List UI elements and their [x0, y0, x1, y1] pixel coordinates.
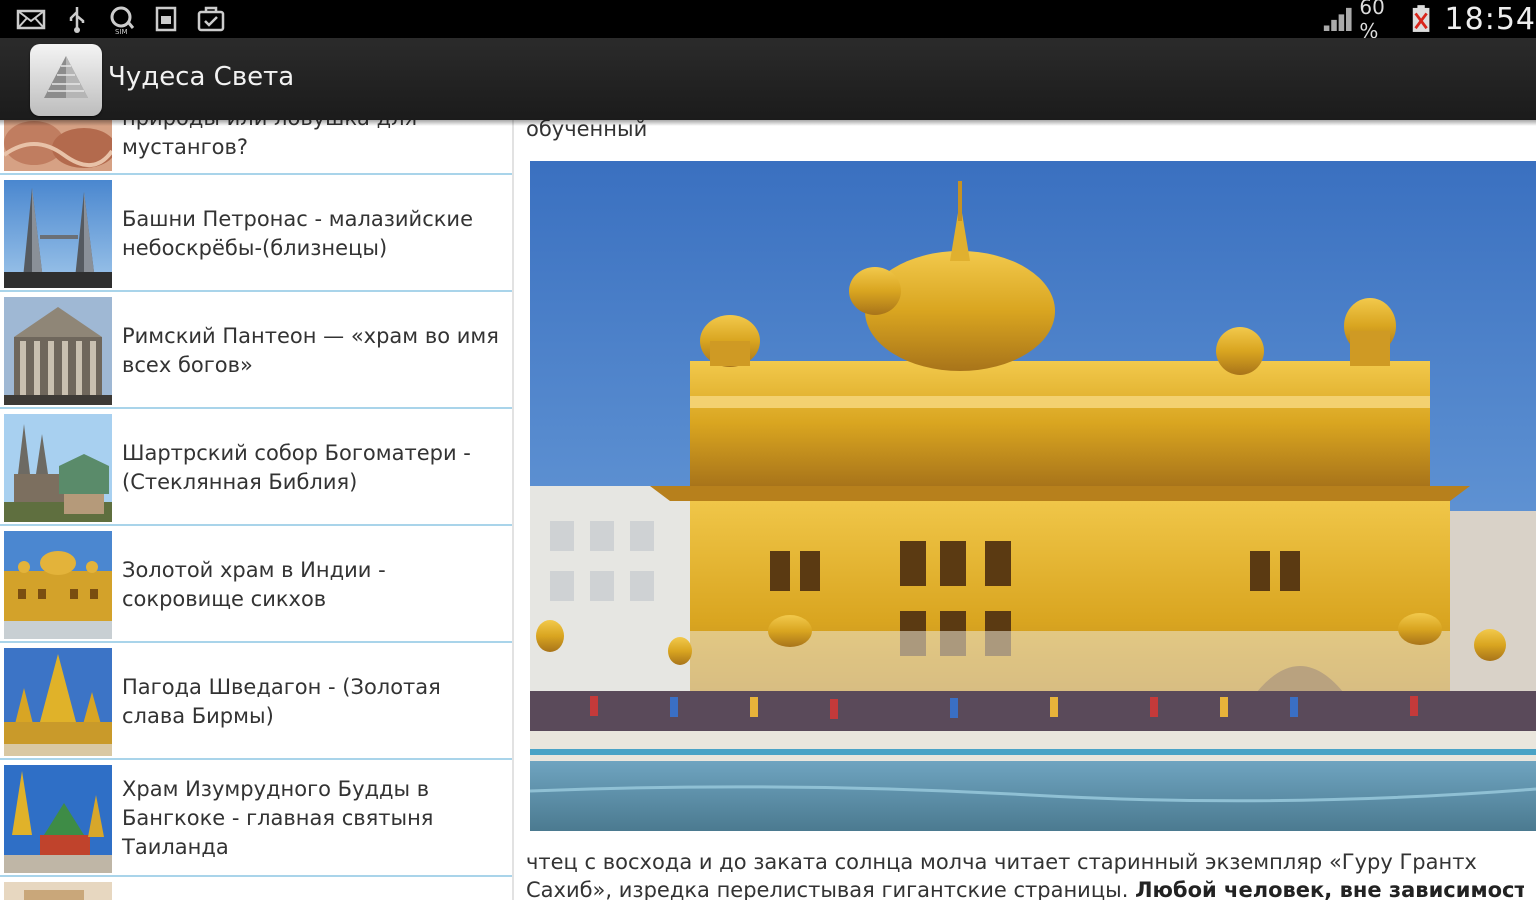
- signal-icon: [1323, 7, 1352, 32]
- thumbnail-shwedagon: [4, 648, 112, 756]
- article-text-bold: Любой человек, вне зависимости: [1135, 878, 1524, 900]
- app-icon[interactable]: [30, 44, 102, 116]
- battery-percent: 60 %: [1359, 0, 1385, 43]
- sync-icon: SIM: [110, 6, 135, 34]
- thumbnail-petronas: [4, 180, 112, 288]
- list-item[interactable]: Пагода Шведагон - (Золотая слава Бирмы): [0, 643, 512, 760]
- thumbnail-chartres: [4, 414, 112, 522]
- thumbnail-rocks: [4, 120, 112, 171]
- article-image-golden-temple: [530, 161, 1536, 831]
- app-title: Чудеса Света: [108, 62, 295, 92]
- thumbnail-emerald-buddha: [4, 765, 112, 873]
- usb-icon: [69, 7, 85, 33]
- article-text-line: Сахиб», изредка перелистывая гигантские …: [526, 878, 1524, 900]
- list-item[interactable]: Шартрский собор Богоматери - (Стеклянная…: [0, 409, 512, 526]
- status-right: 60 % 18:54: [1322, 0, 1536, 43]
- list-item-label: Пагода Шведагон - (Золотая слава Бирмы): [122, 675, 441, 728]
- pyramid-icon: [44, 56, 88, 98]
- thumbnail-pantheon: [4, 297, 112, 405]
- list-item[interactable]: Храм Изумрудного Будды в Бангкоке - глав…: [0, 760, 512, 877]
- list-item-label: Римский Пантеон — «храм во имя всех бого…: [122, 324, 499, 377]
- thumbnail-golden-temple: [4, 531, 112, 639]
- list-item-label: Храм Изумрудного Будды в Бангкоке - глав…: [122, 777, 434, 859]
- mail-icon: [16, 9, 46, 30]
- list-item[interactable]: Золотой храм в Индии - сокровище сикхов: [0, 526, 512, 643]
- list-item-label: Шартрский собор Богоматери - (Стеклянная…: [122, 441, 471, 494]
- clock: 18:54: [1444, 1, 1536, 37]
- svg-text:SIM: SIM: [115, 28, 128, 34]
- list-item[interactable]: Римский Пантеон — «храм во имя всех бого…: [0, 292, 512, 409]
- list-item[interactable]: Башни Петронас - малазийские небоскрёбы-…: [0, 175, 512, 292]
- status-bar: SIM 60 % 18:54: [0, 0, 1536, 43]
- sim-icon: [155, 6, 177, 32]
- list-item[interactable]: природы или ловушка для мустангов?: [0, 120, 512, 175]
- article-text-line: чтец с восхода и до заката солнца молча …: [526, 850, 1477, 874]
- list-item-label: мустангов?: [122, 135, 249, 159]
- list-item-label: Золотой храм в Индии - сокровище сикхов: [122, 558, 386, 611]
- clipboard-icon: [197, 6, 225, 32]
- list-item[interactable]: [0, 877, 512, 900]
- battery-icon: [1413, 5, 1430, 32]
- article-text-plain: Сахиб», изредка перелистывая гигантские …: [526, 878, 1136, 900]
- thumbnail-next: [4, 882, 112, 900]
- article-pane[interactable]: обученный чтец с восхода и до заката сол…: [514, 120, 1536, 900]
- list-item-label: Башни Петронас - малазийские небоскрёбы-…: [122, 207, 474, 260]
- action-bar: Чудеса Света: [0, 38, 1536, 120]
- action-bar-shadow: [0, 120, 1536, 126]
- wonders-list[interactable]: природы или ловушка для мустангов? Башни…: [0, 120, 512, 900]
